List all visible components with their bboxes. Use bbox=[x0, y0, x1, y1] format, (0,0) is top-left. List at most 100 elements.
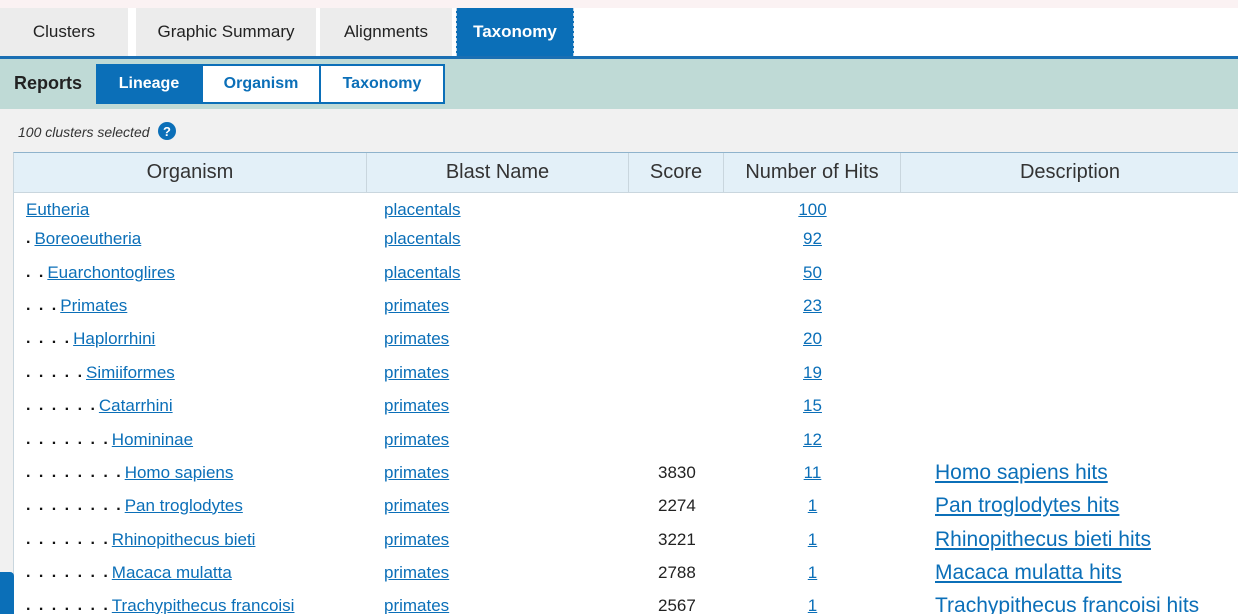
blast-name-link[interactable]: placentals bbox=[384, 229, 461, 249]
description-cell: Macaca mulatta hits bbox=[935, 556, 1122, 589]
table-row: . . . . . . . . Pan troglodytes primates 22… bbox=[14, 489, 1238, 522]
blast-name-link[interactable]: primates bbox=[384, 396, 449, 416]
number-of-hits-cell: 1 bbox=[724, 523, 901, 556]
number-of-hits-link[interactable]: 1 bbox=[808, 530, 817, 550]
blast-name-link[interactable]: primates bbox=[384, 596, 449, 614]
blast-name-link[interactable]: primates bbox=[384, 430, 449, 450]
blast-name-link[interactable]: primates bbox=[384, 363, 449, 383]
score-cell: 3830 bbox=[658, 462, 696, 482]
lineage-depth-dots: . . . . . . bbox=[26, 396, 97, 414]
organism-link[interactable]: Rhinopithecus bieti bbox=[112, 530, 256, 550]
organism-cell: . . . . . . Catarrhini bbox=[26, 389, 173, 422]
table-row: . . . . . Simiiformes primates 19 bbox=[14, 356, 1238, 389]
blast-name-link[interactable]: primates bbox=[384, 329, 449, 349]
score-cell: 3221 bbox=[658, 529, 696, 549]
number-of-hits-link[interactable]: 12 bbox=[803, 430, 822, 450]
table-row: . . . . . . . Macaca mulatta primates 2788 1… bbox=[14, 556, 1238, 589]
table-row: . . . . Haplorrhini primates 20 bbox=[14, 322, 1238, 355]
column-header-description[interactable]: Description bbox=[901, 153, 1238, 192]
blast-name-link[interactable]: placentals bbox=[384, 263, 461, 283]
table-row: . . . . . . . Homininae primates 12 bbox=[14, 423, 1238, 456]
blast-name-cell: primates bbox=[384, 389, 449, 422]
number-of-hits-cell: 1 bbox=[724, 589, 901, 614]
reports-label: Reports bbox=[14, 73, 83, 93]
description-hits-link[interactable]: Rhinopithecus bieti hits bbox=[935, 528, 1151, 552]
description-hits-link[interactable]: Trachypithecus francoisi hits bbox=[935, 594, 1199, 614]
lineage-depth-dots: . bbox=[26, 229, 33, 247]
number-of-hits-link[interactable]: 15 bbox=[803, 396, 822, 416]
column-header-score[interactable]: Score bbox=[629, 153, 724, 192]
number-of-hits-cell: 20 bbox=[724, 322, 901, 355]
number-of-hits-link[interactable]: 1 bbox=[808, 596, 817, 614]
description-cell: Pan troglodytes hits bbox=[935, 489, 1119, 522]
number-of-hits-link[interactable]: 92 bbox=[803, 229, 822, 249]
lineage-depth-dots: . . . . . . . bbox=[26, 430, 110, 448]
blast-name-cell: primates bbox=[384, 589, 449, 614]
report-tab-taxonomy[interactable]: Taxonomy bbox=[319, 64, 445, 104]
organism-link[interactable]: Primates bbox=[60, 296, 127, 316]
number-of-hits-link[interactable]: 11 bbox=[804, 463, 822, 483]
organism-link[interactable]: Homo sapiens bbox=[125, 463, 234, 483]
tab-alignments[interactable]: Alignments bbox=[320, 8, 452, 56]
number-of-hits-link[interactable]: 100 bbox=[798, 200, 826, 220]
organism-link[interactable]: Euarchontoglires bbox=[47, 263, 175, 283]
number-of-hits-cell: 15 bbox=[724, 389, 901, 422]
number-of-hits-cell: 19 bbox=[724, 356, 901, 389]
tab-clusters[interactable]: Clusters bbox=[0, 8, 128, 56]
blast-name-cell: placentals bbox=[384, 256, 461, 289]
score-cell: 2567 bbox=[658, 595, 696, 614]
top-strip bbox=[0, 0, 1238, 8]
number-of-hits-link[interactable]: 19 bbox=[803, 363, 822, 383]
side-panel-toggle[interactable] bbox=[0, 572, 14, 614]
number-of-hits-cell: 1 bbox=[724, 489, 901, 522]
description-hits-link[interactable]: Homo sapiens hits bbox=[935, 461, 1108, 485]
number-of-hits-link[interactable]: 50 bbox=[803, 263, 822, 283]
lineage-depth-dots: . . . . . . . bbox=[26, 596, 110, 614]
column-header-organism[interactable]: Organism bbox=[14, 153, 367, 192]
description-hits-link[interactable]: Pan troglodytes hits bbox=[935, 494, 1119, 518]
organism-link[interactable]: Simiiformes bbox=[86, 363, 175, 383]
organism-link[interactable]: Trachypithecus francoisi bbox=[112, 596, 295, 614]
report-tab-lineage[interactable]: Lineage bbox=[96, 64, 202, 104]
lineage-depth-dots: . . . . . . . bbox=[26, 530, 110, 548]
organism-link[interactable]: Macaca mulatta bbox=[112, 563, 232, 583]
description-hits-link[interactable]: Macaca mulatta hits bbox=[935, 561, 1122, 585]
organism-link[interactable]: Pan troglodytes bbox=[125, 496, 243, 516]
organism-cell: . . . . . . . Rhinopithecus bieti bbox=[26, 523, 255, 556]
tab-taxonomy[interactable]: Taxonomy bbox=[456, 8, 574, 56]
number-of-hits-cell: 23 bbox=[724, 289, 901, 322]
clusters-selected-text: 100 clusters selected bbox=[18, 124, 150, 140]
organism-link[interactable]: Boreoeutheria bbox=[34, 229, 141, 249]
blast-name-cell: primates bbox=[384, 322, 449, 355]
blast-name-link[interactable]: placentals bbox=[384, 200, 461, 220]
organism-cell: . . . . . Simiiformes bbox=[26, 356, 175, 389]
number-of-hits-link[interactable]: 1 bbox=[808, 496, 817, 516]
organism-link[interactable]: Haplorrhini bbox=[73, 329, 155, 349]
number-of-hits-cell: 1 bbox=[724, 556, 901, 589]
organism-link[interactable]: Catarrhini bbox=[99, 396, 173, 416]
number-of-hits-link[interactable]: 20 bbox=[803, 329, 822, 349]
column-header-blast-name[interactable]: Blast Name bbox=[367, 153, 629, 192]
report-tab-organism[interactable]: Organism bbox=[201, 64, 321, 104]
organism-link[interactable]: Eutheria bbox=[26, 200, 89, 220]
blast-name-link[interactable]: primates bbox=[384, 296, 449, 316]
blast-name-link[interactable]: primates bbox=[384, 496, 449, 516]
number-of-hits-cell: 11 bbox=[724, 456, 901, 489]
number-of-hits-link[interactable]: 23 bbox=[803, 296, 822, 316]
lineage-table: Organism Blast Name Score Number of Hits… bbox=[13, 152, 1238, 614]
column-header-number-of-hits[interactable]: Number of Hits bbox=[724, 153, 901, 192]
blast-name-link[interactable]: primates bbox=[384, 530, 449, 550]
description-cell: Homo sapiens hits bbox=[935, 456, 1108, 489]
organism-cell: . . . . . . . Macaca mulatta bbox=[26, 556, 232, 589]
organism-link[interactable]: Homininae bbox=[112, 430, 193, 450]
number-of-hits-link[interactable]: 1 bbox=[808, 563, 817, 583]
table-row: . . . . . . . . Homo sapiens primates 3830 1… bbox=[14, 456, 1238, 489]
blast-name-cell: primates bbox=[384, 523, 449, 556]
blast-name-link[interactable]: primates bbox=[384, 563, 449, 583]
help-icon[interactable]: ? bbox=[158, 122, 176, 140]
organism-cell: . . Euarchontoglires bbox=[26, 256, 175, 289]
reports-bar: Reports Lineage Organism Taxonomy bbox=[0, 59, 1238, 109]
tab-graphic-summary[interactable]: Graphic Summary bbox=[136, 8, 316, 56]
lineage-depth-dots: . . . . . . . bbox=[26, 563, 110, 581]
blast-name-link[interactable]: primates bbox=[384, 463, 449, 483]
